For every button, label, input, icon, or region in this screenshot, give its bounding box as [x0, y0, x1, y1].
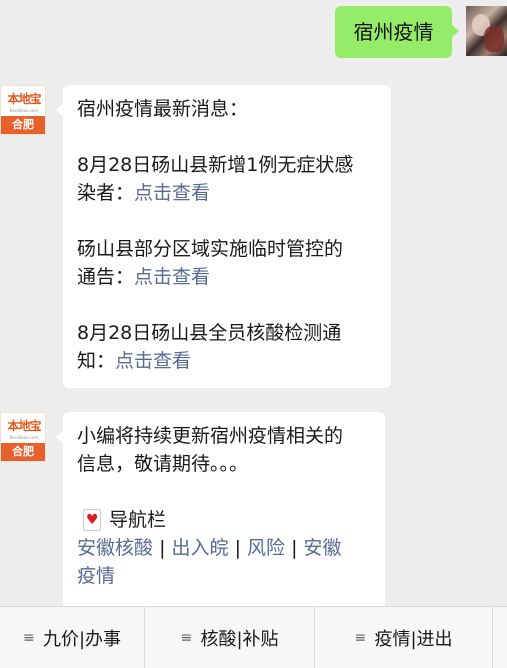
heart-card-icon: [83, 509, 101, 531]
news-item-text: 8月28日砀山县新增1例无症状感 染者：点击查看: [77, 154, 354, 204]
bot-city-label: 合肥: [1, 116, 45, 134]
bottom-menu-bar: ≡ 九价|办事 ≡ 核酸|补贴 ≡ 疫情|进出: [0, 606, 507, 668]
view-link[interactable]: 点击查看: [134, 266, 210, 288]
avatar-image-detail: [484, 26, 504, 52]
bottom-menu-item[interactable]: ≡ 核酸|补贴: [145, 607, 315, 668]
menu-icon: ≡: [22, 629, 35, 646]
outgoing-message-bubble[interactable]: 宿州疫情: [335, 6, 459, 58]
bot-city-label: 合肥: [1, 443, 45, 461]
bot-avatar[interactable]: 本地宝 Bendibao.com 合肥: [0, 412, 46, 462]
message-text: 小编将持续更新宿州疫情相关的 信息，敬请期待。。。: [77, 425, 344, 475]
nav-link-entry-exit[interactable]: 出入皖: [172, 537, 229, 559]
menu-icon: ≡: [180, 629, 193, 646]
bottom-menu-item[interactable]: ≡ 疫情|进出: [315, 607, 493, 668]
nav-link-risk[interactable]: 风险: [247, 537, 285, 559]
outgoing-message-text: 宿州疫情: [353, 20, 434, 44]
bot-logo-domain: Bendibao.com: [9, 435, 39, 440]
news-item-text: 8月28日砀山县全员核酸检测通 知：点击查看: [77, 322, 342, 372]
bottom-menu-edge: [493, 607, 507, 668]
nav-label: 导航栏: [109, 509, 167, 531]
view-link[interactable]: 点击查看: [134, 182, 210, 204]
user-avatar[interactable]: [466, 6, 507, 56]
incoming-message-bubble: 宿州疫情最新消息： 8月28日砀山县新增1例无症状感 染者：点击查看 砀山县部分…: [56, 85, 391, 388]
incoming-message-bubble: 小编将持续更新宿州疫情相关的 信息，敬请期待。。。 导航栏 安徽核酸 | 出入皖…: [56, 412, 385, 612]
bot-logo-domain: Bendibao.com: [9, 108, 39, 113]
menu-icon: ≡: [354, 629, 367, 646]
bottom-menu-item[interactable]: ≡ 九价|办事: [0, 607, 145, 668]
nav-links: 安徽核酸 | 出入皖 | 风险 | 安徽 疫情: [77, 537, 342, 587]
bot-avatar[interactable]: 本地宝 Bendibao.com 合肥: [0, 85, 46, 135]
news-item-text: 砀山县部分区域实施临时管控的 通告：点击查看: [77, 238, 344, 288]
nav-link-anhui-nucleic-acid[interactable]: 安徽核酸: [77, 537, 153, 559]
view-link[interactable]: 点击查看: [115, 350, 191, 372]
message-heading: 宿州疫情最新消息：: [77, 98, 249, 120]
